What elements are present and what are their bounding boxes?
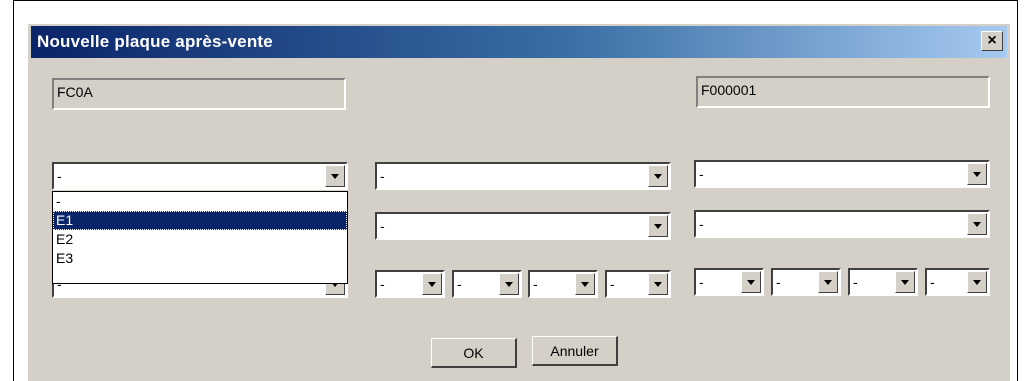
small-combo-mid-1[interactable]: - bbox=[375, 270, 445, 298]
title-bar[interactable]: Nouvelle plaque après-vente × bbox=[31, 26, 1007, 58]
dropdown-option[interactable]: E3 bbox=[53, 249, 347, 268]
combo-col1-row1[interactable]: - bbox=[52, 162, 348, 190]
small-combo-mid-4[interactable]: - bbox=[605, 270, 671, 298]
small-combo-right-2[interactable]: - bbox=[771, 268, 841, 296]
combo-value: - bbox=[533, 276, 538, 292]
chevron-down-icon[interactable] bbox=[499, 273, 519, 295]
combo-col3-row1[interactable]: - bbox=[694, 160, 990, 188]
combo-value: - bbox=[380, 168, 385, 184]
dialog-title: Nouvelle plaque après-vente bbox=[37, 32, 273, 51]
chevron-down-icon[interactable] bbox=[325, 165, 345, 187]
chevron-down-icon[interactable] bbox=[648, 215, 668, 237]
cancel-label: Annuler bbox=[550, 342, 599, 359]
close-button[interactable]: × bbox=[981, 31, 1003, 51]
frame-right-line bbox=[1017, 0, 1018, 381]
chevron-down-icon[interactable] bbox=[967, 213, 987, 235]
combo-col2-row2[interactable]: - bbox=[375, 212, 671, 240]
chevron-down-icon[interactable] bbox=[895, 271, 915, 293]
combo-value: - bbox=[699, 166, 704, 182]
chevron-down-icon[interactable] bbox=[648, 273, 668, 295]
dropdown-option[interactable]: - bbox=[53, 192, 347, 211]
combo-value: - bbox=[457, 276, 462, 292]
chevron-down-icon[interactable] bbox=[648, 165, 668, 187]
combo-col3-row2[interactable]: - bbox=[694, 210, 990, 238]
dropdown-option[interactable]: E2 bbox=[53, 230, 347, 249]
close-icon: × bbox=[987, 32, 997, 49]
combo-value: - bbox=[57, 168, 62, 184]
dropdown-option-selected[interactable]: E1 bbox=[53, 211, 347, 230]
frame-top-line bbox=[13, 0, 1018, 1]
combo-col2-row1[interactable]: - bbox=[375, 162, 671, 190]
code-field-left[interactable]: FC0A bbox=[52, 78, 346, 110]
small-combo-right-4[interactable]: - bbox=[925, 268, 990, 296]
combo-value: - bbox=[699, 274, 704, 290]
ok-button[interactable]: OK bbox=[431, 338, 517, 368]
small-combo-right-3[interactable]: - bbox=[848, 268, 918, 296]
small-combo-mid-3[interactable]: - bbox=[528, 270, 598, 298]
combo-value: - bbox=[930, 274, 935, 290]
cancel-button[interactable]: Annuler bbox=[532, 336, 618, 366]
combo-value: - bbox=[699, 216, 704, 232]
chevron-down-icon[interactable] bbox=[818, 271, 838, 293]
code-field-right[interactable]: F000001 bbox=[696, 76, 990, 108]
chevron-down-icon[interactable] bbox=[741, 271, 761, 293]
chevron-down-icon[interactable] bbox=[575, 273, 595, 295]
combo-value: - bbox=[380, 276, 385, 292]
frame-left-line bbox=[13, 0, 14, 381]
chevron-down-icon[interactable] bbox=[967, 163, 987, 185]
combo-value: - bbox=[610, 276, 615, 292]
chevron-down-icon[interactable] bbox=[967, 271, 987, 293]
ok-label: OK bbox=[463, 344, 484, 361]
combo-value: - bbox=[380, 218, 385, 234]
small-combo-mid-2[interactable]: - bbox=[452, 270, 522, 298]
small-combo-right-1[interactable]: - bbox=[694, 268, 764, 296]
combo-value: - bbox=[776, 274, 781, 290]
chevron-down-icon[interactable] bbox=[422, 273, 442, 295]
combo-value: - bbox=[853, 274, 858, 290]
dropdown-list[interactable]: - E1 E2 E3 bbox=[52, 191, 348, 284]
